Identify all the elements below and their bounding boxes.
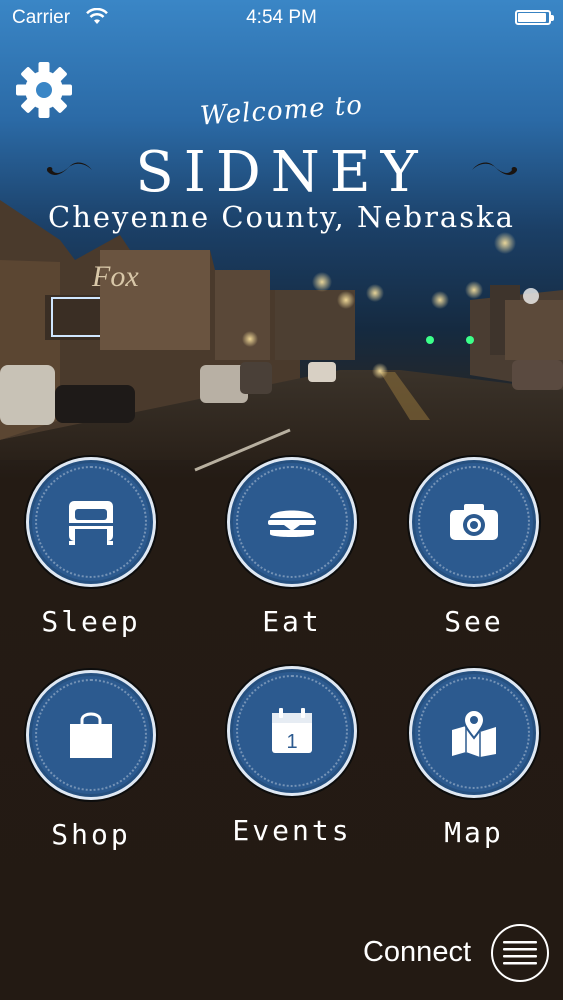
map-tile[interactable]: Map: [406, 668, 546, 858]
see-label: See: [444, 605, 504, 638]
battery-icon: [515, 10, 554, 25]
eat-label: Eat: [262, 605, 322, 638]
home-screen: Fox Carrier 4:54 PM Welcome to SIDNEY Ch…: [0, 0, 563, 1000]
county-subtitle: Cheyenne County, Nebraska: [48, 200, 515, 234]
map-icon: [452, 709, 496, 757]
street-background-image: Fox: [0, 200, 563, 472]
shop-label: Shop: [51, 818, 131, 851]
eat-button[interactable]: [227, 457, 357, 587]
connect-control[interactable]: Connect: [309, 924, 549, 984]
eat-tile[interactable]: Eat: [224, 457, 364, 647]
sleep-tile[interactable]: Sleep: [23, 457, 163, 647]
events-tile[interactable]: 1 Events: [224, 666, 364, 856]
clock: 4:54 PM: [246, 7, 317, 28]
map-button[interactable]: [409, 668, 539, 798]
events-button[interactable]: 1: [227, 666, 357, 796]
connect-label[interactable]: Connect: [363, 936, 471, 969]
sleep-button[interactable]: [26, 457, 156, 587]
svg-text:Fox: Fox: [91, 260, 139, 293]
sleep-label: Sleep: [41, 605, 141, 638]
see-tile[interactable]: See: [406, 457, 546, 647]
shop-tile[interactable]: Shop: [23, 670, 163, 860]
shop-button[interactable]: [26, 670, 156, 800]
see-button[interactable]: [409, 457, 539, 587]
events-label: Events: [232, 814, 352, 847]
burger-icon: [268, 510, 316, 537]
bed-icon: [69, 501, 113, 545]
map-label: Map: [444, 816, 504, 849]
title-banner: SIDNEY: [0, 138, 563, 208]
calendar-icon: 1: [272, 708, 312, 753]
calendar-day: 1: [286, 731, 297, 753]
connect-menu-button[interactable]: [491, 924, 549, 982]
right-flourish-icon: [472, 162, 518, 175]
hamburger-icon: [503, 941, 537, 965]
status-bar: Carrier 4:54 PM: [0, 0, 563, 36]
battery-level: [518, 13, 546, 22]
shopping-bag-icon: [70, 712, 112, 758]
camera-icon: [450, 504, 498, 540]
